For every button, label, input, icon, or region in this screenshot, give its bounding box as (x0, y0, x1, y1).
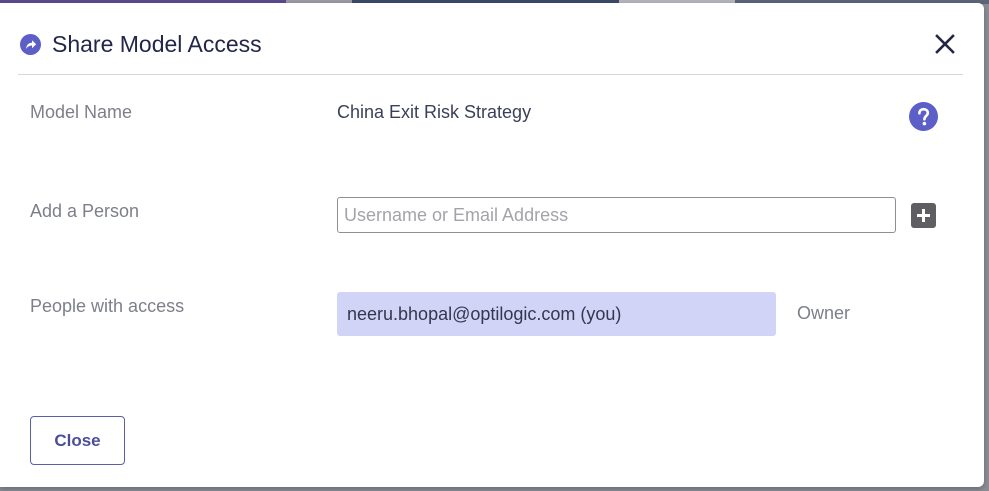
username-email-input[interactable] (337, 197, 896, 233)
access-person-chip: neeru.bhopal@optilogic.com (you) (337, 292, 776, 336)
close-icon[interactable] (934, 33, 956, 55)
people-with-access-label: People with access (30, 296, 185, 316)
dialog-header: Share Model Access (18, 3, 963, 75)
share-icon (20, 34, 41, 55)
model-name-value: China Exit Risk Strategy (337, 102, 532, 122)
access-role: Owner (797, 303, 851, 323)
help-icon[interactable] (909, 102, 938, 131)
add-person-label: Add a Person (30, 201, 140, 221)
share-model-dialog: Share Model Access Model Name China Exit… (0, 3, 984, 487)
model-name-label: Model Name (30, 102, 133, 122)
dialog-title: Share Model Access (52, 31, 262, 57)
add-person-button[interactable] (911, 203, 936, 228)
close-button[interactable]: Close (30, 416, 125, 465)
